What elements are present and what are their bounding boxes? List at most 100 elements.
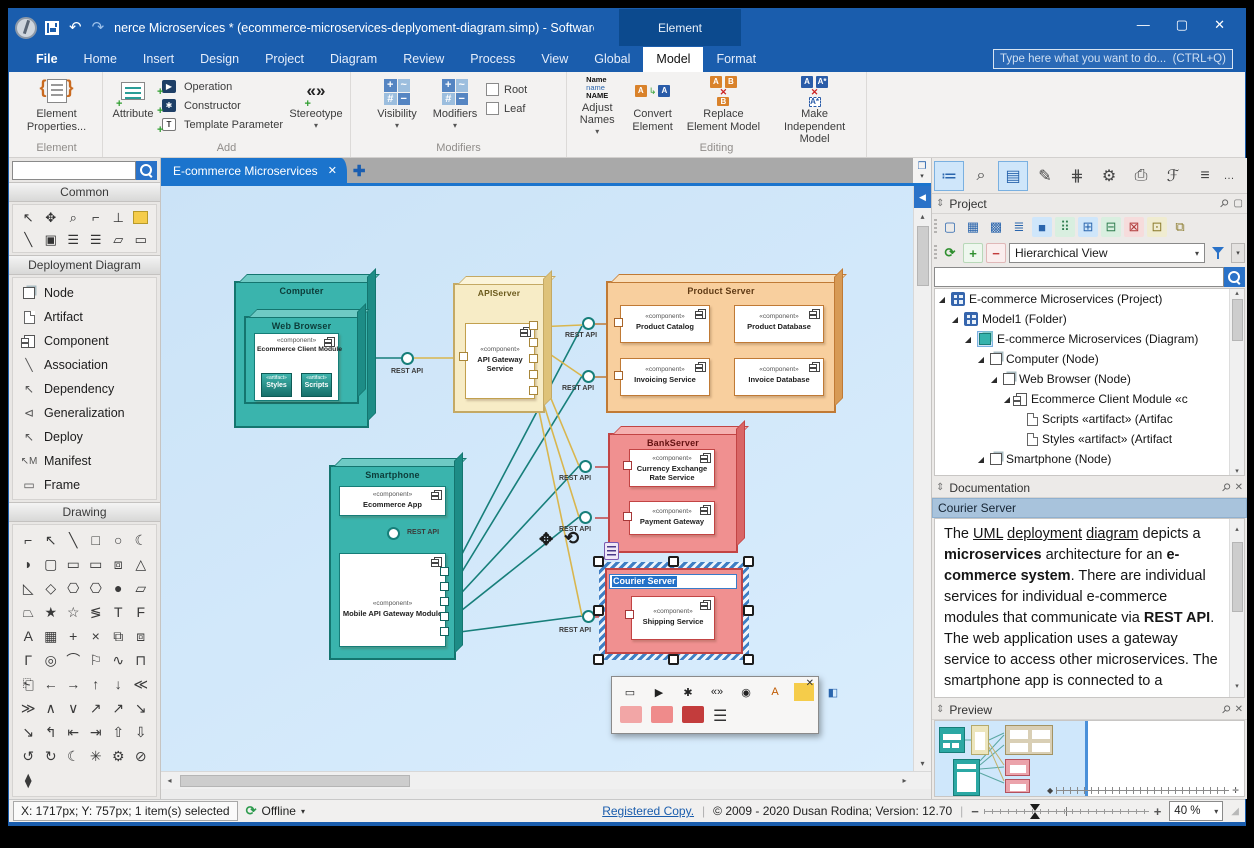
drawing-shape-icon[interactable]: ╲ bbox=[62, 529, 85, 551]
scroll-down-arrow[interactable]: ▾ bbox=[1235, 676, 1239, 697]
artifact-scripts[interactable]: «artifact» Scripts bbox=[301, 373, 332, 397]
drawing-shape-icon[interactable]: ⏢ bbox=[17, 601, 40, 623]
sidebar-tab-icon[interactable]: … bbox=[1222, 161, 1236, 191]
dock-icon[interactable]: ⇕ bbox=[936, 704, 944, 715]
drawing-shape-icon[interactable]: ☾ bbox=[130, 529, 153, 551]
dock-icon[interactable]: ⇕ bbox=[936, 482, 944, 493]
tab-home[interactable]: Home bbox=[71, 47, 130, 72]
selection-handle[interactable] bbox=[743, 605, 754, 616]
make-independent-model-button[interactable]: AA* ✕ A* Make Independent Model bbox=[768, 74, 861, 138]
common-tool-icon[interactable]: ⌕ bbox=[62, 208, 85, 227]
tree-item-folder[interactable]: ◢ Model1 (Folder) bbox=[935, 309, 1244, 329]
port[interactable] bbox=[625, 610, 634, 619]
tree-item-smartphone[interactable]: ◢ Smartphone (Node) bbox=[935, 449, 1244, 469]
registered-copy-link[interactable]: Registered Copy. bbox=[602, 804, 694, 818]
floating-tool-icon[interactable]: A bbox=[765, 683, 785, 701]
connector-mobile-3[interactable] bbox=[452, 466, 579, 603]
project-tool-icon[interactable]: ⠿ bbox=[1055, 217, 1075, 237]
tree-item-web-browser[interactable]: ◢ Web Browser (Node) bbox=[935, 369, 1244, 389]
drawing-shape-icon[interactable]: ○ bbox=[107, 529, 130, 551]
node-name-edit-field[interactable]: Courier Server bbox=[609, 574, 737, 589]
refresh-icon[interactable]: ⟳ bbox=[940, 243, 960, 263]
drawing-shape-icon[interactable]: ≶ bbox=[85, 601, 108, 623]
common-tool-icon[interactable]: ✥ bbox=[40, 208, 63, 227]
tree-scrollbar[interactable]: ▴ ▾ bbox=[1229, 289, 1244, 475]
expander-icon[interactable]: ◢ bbox=[950, 315, 960, 324]
ruler-plus-icon[interactable]: ✛ bbox=[1232, 786, 1239, 795]
drawing-shape-icon[interactable]: ✳ bbox=[85, 745, 108, 767]
pin-icon[interactable]: ⚲ bbox=[1217, 196, 1232, 211]
floating-tool-icon[interactable]: «» bbox=[707, 683, 727, 701]
artifact-styles[interactable]: «artifact» Styles bbox=[261, 373, 292, 397]
zoom-slider-track[interactable] bbox=[984, 807, 1149, 816]
close-panel-icon[interactable]: ✕ bbox=[1235, 704, 1243, 715]
drawing-shape-icon[interactable]: ↺ bbox=[17, 745, 40, 767]
drawing-shape-icon[interactable]: ∧ bbox=[40, 697, 63, 719]
drawing-shape-icon[interactable]: ⇤ bbox=[62, 721, 85, 743]
tree-item-styles[interactable]: Styles «artifact» (Artifact bbox=[935, 429, 1244, 449]
pin-icon[interactable]: ⚲ bbox=[1218, 702, 1233, 717]
fill-color-swatch[interactable] bbox=[682, 706, 704, 723]
tool-artifact[interactable]: Artifact bbox=[13, 305, 156, 329]
scroll-thumb[interactable] bbox=[1232, 299, 1243, 341]
sidebar-tab-icon[interactable]: ▤ bbox=[998, 161, 1028, 191]
port[interactable] bbox=[440, 567, 449, 576]
tree-item-computer[interactable]: ◢ Computer (Node) bbox=[935, 349, 1244, 369]
common-tool-icon[interactable]: ⌐ bbox=[85, 208, 108, 227]
visibility-button[interactable]: +~#− Visibility ▾ bbox=[370, 74, 424, 138]
port[interactable] bbox=[529, 370, 538, 379]
scroll-left-arrow[interactable]: ◂ bbox=[161, 776, 178, 785]
drawing-shape-icon[interactable]: ▭ bbox=[85, 553, 108, 575]
project-search-input[interactable] bbox=[934, 267, 1224, 287]
doc-link[interactable]: UML bbox=[973, 526, 1003, 542]
scroll-up-arrow[interactable]: ▴ bbox=[1235, 289, 1239, 297]
expander-icon[interactable]: ◢ bbox=[963, 335, 973, 344]
fill-color-swatch[interactable] bbox=[651, 706, 673, 723]
tool-component[interactable]: Component bbox=[13, 329, 156, 353]
drawing-shape-icon[interactable]: A bbox=[17, 625, 40, 647]
canvas-horizontal-scrollbar[interactable]: ◂ ▸ bbox=[161, 771, 913, 789]
tree-item-diagram[interactable]: ◢ E-commerce Microservices (Diagram) bbox=[935, 329, 1244, 349]
drawing-shape-icon[interactable]: ≫ bbox=[17, 697, 40, 719]
toolbox-search-input[interactable] bbox=[12, 161, 136, 180]
drawing-shape-icon[interactable]: ⧈ bbox=[130, 625, 153, 647]
drawing-shape-icon[interactable]: ↓ bbox=[107, 673, 130, 695]
close-button[interactable]: ✕ bbox=[1214, 17, 1225, 33]
ruler-marker-icon[interactable]: ◆ bbox=[1047, 786, 1053, 795]
tool-deploy[interactable]: ↖Deploy bbox=[13, 425, 156, 449]
selection-handle[interactable] bbox=[743, 556, 754, 567]
component-ecommerce-app[interactable]: «component» Ecommerce App bbox=[339, 486, 446, 516]
floating-tool-icon[interactable]: ▶ bbox=[649, 683, 669, 701]
port[interactable] bbox=[623, 512, 632, 521]
stereotype-button[interactable]: «»+ Stereotype ▾ bbox=[287, 74, 345, 138]
project-tool-icon[interactable]: ⧉ bbox=[1170, 217, 1190, 237]
common-tool-icon[interactable]: ▱ bbox=[107, 230, 130, 249]
selection-handle[interactable] bbox=[668, 556, 679, 567]
drawing-shape-icon[interactable]: ↰ bbox=[40, 721, 63, 743]
drawing-shape-icon[interactable]: ↻ bbox=[40, 745, 63, 767]
tool-generalization[interactable]: ⊲Generalization bbox=[13, 401, 156, 425]
scroll-down-arrow[interactable]: ▾ bbox=[1235, 467, 1239, 475]
port[interactable] bbox=[614, 371, 623, 380]
sidebar-tab-icon[interactable]: ⋕ bbox=[1062, 161, 1092, 191]
remove-item-icon[interactable]: − bbox=[986, 243, 1006, 263]
close-panel-icon[interactable]: ✕ bbox=[1235, 482, 1243, 493]
drawing-shape-icon[interactable]: ⧈ bbox=[107, 553, 130, 575]
zoom-out-icon[interactable]: − bbox=[971, 804, 979, 819]
tool-association[interactable]: ╲Association bbox=[13, 353, 156, 377]
drawing-shape-icon[interactable]: ⧫ bbox=[17, 769, 40, 791]
port[interactable] bbox=[440, 627, 449, 636]
common-tool-icon[interactable]: ↖ bbox=[17, 208, 40, 227]
modifiers-button[interactable]: +~#− Modifiers ▾ bbox=[428, 74, 482, 138]
tab-insert[interactable]: Insert bbox=[130, 47, 187, 72]
tree-item-client-module[interactable]: ◢ Ecommerce Client Module «c bbox=[935, 389, 1244, 409]
drawing-shape-icon[interactable]: ↘ bbox=[17, 721, 40, 743]
interface-ball[interactable] bbox=[582, 317, 595, 330]
help-search-input[interactable] bbox=[993, 49, 1233, 69]
drawing-shape-icon[interactable]: ⌐ bbox=[17, 529, 40, 551]
drawing-shape-icon[interactable]: ☾ bbox=[62, 745, 85, 767]
maximize-panel-icon[interactable]: ▢ bbox=[1234, 198, 1243, 209]
interface-ball[interactable] bbox=[579, 511, 592, 524]
scroll-down-arrow[interactable]: ▾ bbox=[914, 755, 931, 771]
selection-handle[interactable] bbox=[743, 654, 754, 665]
